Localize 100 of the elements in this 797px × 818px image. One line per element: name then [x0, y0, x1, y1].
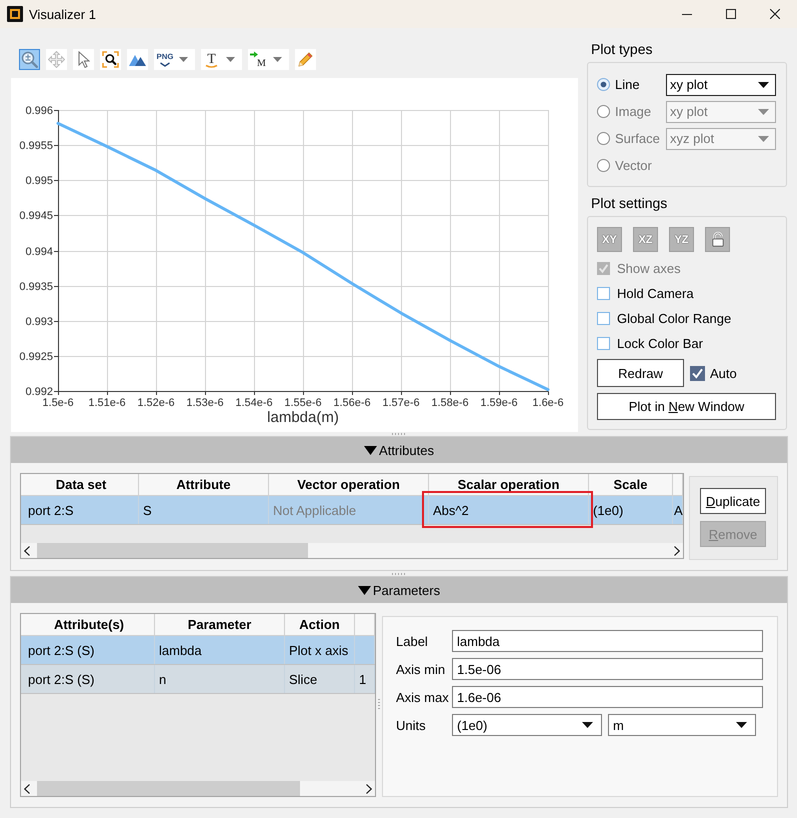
table-row[interactable]: port 2:S (S) lambda Plot x axis — [21, 636, 375, 665]
x-tick-label: 1.54e-6 — [235, 397, 273, 409]
table-cell: S — [139, 496, 269, 524]
caret-icon — [226, 57, 235, 62]
table-row[interactable]: port 2:S (S) n Slice 1 — [21, 665, 375, 694]
y-tick-label: 0.992 — [25, 386, 53, 398]
x-tick-label: 1.59e-6 — [480, 397, 518, 409]
table-cell: 1 — [355, 665, 375, 693]
splitter-handle[interactable] — [378, 699, 380, 711]
plot-type-dropdown[interactable]: xy plot — [666, 74, 776, 96]
column-header: Scalar operation — [429, 474, 589, 495]
caret-icon — [736, 722, 747, 728]
y-tick-label: 0.9945 — [19, 210, 53, 222]
table-cell: port 2:S (S) — [24, 636, 155, 664]
splitter-handle[interactable] — [392, 573, 406, 575]
horizontal-scrollbar[interactable] — [21, 543, 683, 558]
radio-label[interactable]: Line — [615, 77, 666, 92]
y-tick-label: 0.9935 — [19, 281, 53, 293]
column-header: Parameter — [155, 614, 285, 635]
table-cell: Slice — [285, 665, 355, 693]
checkbox[interactable] — [597, 312, 610, 325]
magnifier-icon — [21, 51, 38, 68]
caret-icon — [179, 57, 188, 62]
y-tick-label: 0.995 — [25, 175, 53, 187]
chevron-left-icon[interactable] — [24, 784, 30, 794]
table-cell: port 2:S (S) — [24, 665, 155, 693]
checkbox[interactable] — [597, 287, 610, 300]
x-tick-label: 1.56e-6 — [333, 397, 371, 409]
table-cell: A — [673, 496, 683, 524]
y-tick-label: 0.9925 — [19, 351, 53, 363]
group-title: Plot types — [591, 40, 652, 58]
y-tick-label: 0.993 — [25, 316, 53, 328]
text-tool-button[interactable]: T — [201, 49, 242, 70]
mountains-button[interactable] — [127, 49, 148, 70]
text-field[interactable]: 1.5e-06 — [452, 658, 763, 680]
caret-icon — [273, 57, 282, 62]
horizontal-scrollbar[interactable] — [21, 781, 375, 796]
section-header[interactable]: Attributes — [11, 437, 787, 463]
cursor-arrow-icon — [78, 51, 90, 68]
checkbox-label[interactable]: Lock Color Bar — [617, 336, 703, 351]
chevron-right-icon[interactable] — [366, 784, 372, 794]
duplicate-button[interactable]: Duplicate — [700, 488, 766, 514]
checkbox-label[interactable]: Auto — [710, 366, 737, 380]
plot-in-new-window-button[interactable]: Plot in New Window — [597, 393, 776, 420]
window-title: Visualizer 1 — [29, 6, 96, 22]
splitter-handle[interactable] — [392, 433, 406, 435]
table-cell: n — [155, 665, 285, 693]
column-header: Vector operation — [269, 474, 429, 495]
scrollbar-thumb[interactable] — [37, 781, 300, 796]
x-tick-label: 1.6e-6 — [532, 397, 564, 409]
caret-icon — [758, 108, 769, 114]
redraw-button[interactable]: Redraw — [597, 359, 684, 387]
x-tick-label: 1.5e-6 — [42, 397, 74, 409]
table-cell: (1e0) — [589, 496, 673, 524]
pointer-tool-button[interactable] — [73, 49, 94, 70]
y-tick-label: 0.994 — [25, 246, 53, 258]
table-cell: Not Applicable — [269, 496, 429, 524]
column-header: Action — [285, 614, 355, 635]
zoom-box-button[interactable] — [100, 49, 121, 70]
field-label: Axis min — [396, 662, 446, 676]
chevron-left-icon[interactable] — [24, 546, 30, 556]
caret-icon — [582, 722, 593, 728]
chevron-right-icon[interactable] — [674, 546, 680, 556]
zoom-box-icon — [102, 51, 119, 68]
radio-button[interactable] — [597, 78, 610, 91]
text-field[interactable]: lambda — [452, 630, 763, 652]
checkbox[interactable] — [597, 337, 610, 350]
units-dropdown[interactable]: (1e0) — [452, 714, 602, 736]
table-cell: port 2:S — [24, 496, 139, 524]
caret-icon — [758, 136, 769, 142]
checkbox[interactable] — [690, 366, 705, 380]
scrollbar-thumb[interactable] — [37, 543, 308, 558]
move-arrows-icon — [48, 51, 65, 68]
units-dropdown[interactable]: m — [608, 714, 756, 736]
pan-tool-button[interactable] — [46, 49, 67, 70]
section-header[interactable]: Parameters — [11, 577, 787, 603]
checkbox-label[interactable]: Hold Camera — [617, 286, 694, 301]
group-title: Plot settings — [591, 194, 668, 212]
text-field[interactable]: 1.6e-06 — [452, 686, 763, 708]
checkbox-label[interactable]: Global Color Range — [617, 311, 732, 326]
field-label: Axis max — [396, 690, 450, 704]
table-cell: Abs^2 — [433, 502, 469, 518]
column-header: Attribute — [139, 474, 269, 495]
x-tick-label: 1.57e-6 — [382, 397, 420, 409]
x-tick-label: 1.58e-6 — [431, 397, 469, 409]
square-logo-icon — [7, 6, 23, 22]
pencil-tool-button[interactable] — [295, 49, 316, 70]
close-icon[interactable] — [770, 9, 780, 19]
column-header: Scale — [589, 474, 673, 495]
marker-tool-button[interactable]: M — [248, 49, 289, 70]
pencil-icon — [297, 51, 314, 68]
section-title: Parameters — [372, 582, 440, 598]
maximize-icon[interactable] — [726, 9, 736, 19]
mountains-icon — [129, 53, 146, 66]
section-title: Attributes — [379, 442, 434, 458]
zoom-tool-button[interactable] — [19, 49, 40, 70]
table-cell: lambda — [155, 636, 285, 664]
y-tick-label: 0.996 — [25, 105, 53, 117]
x-tick-label: 1.51e-6 — [88, 397, 126, 409]
caret-icon — [758, 82, 769, 88]
